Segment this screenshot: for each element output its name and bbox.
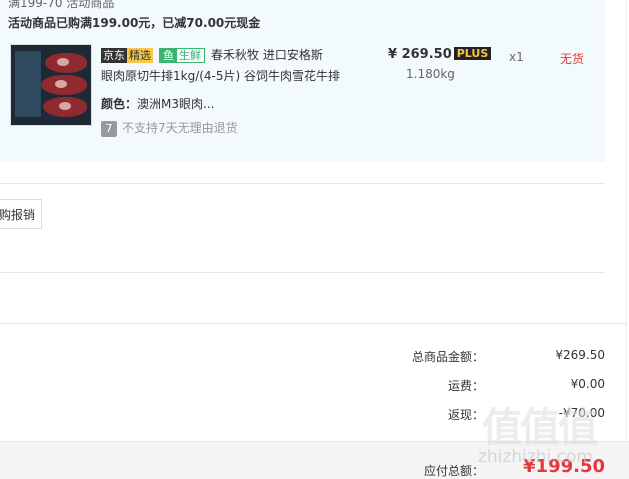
product-weight: 1.180kg [406,67,455,81]
rebate-label: 返现： [447,408,484,422]
return-policy-text: 不支持7天无理由退货 [122,121,238,135]
reimburse-button[interactable]: 购报销 [0,199,42,229]
product-title-text[interactable]: 春禾秋牧 进口安格斯 [211,48,323,62]
product-badge-graphic [15,51,41,117]
fresh-tag: 鱼生鲜 [159,48,205,63]
goods-total-value: ¥269.50 [555,348,605,362]
product-color: 颜色：澳洲M3眼肉... [101,95,214,112]
price-value: ¥ 269.50 [388,47,452,62]
color-label: 颜色： [101,97,138,111]
watermark-logo: 值值值 [482,405,598,451]
goods-total-label: 总商品金额： [411,350,484,364]
return-policy: 7 不支持7天无理由退货 [101,119,238,137]
promo-top-text: 满199-70 活动商品 [8,0,115,10]
shipping-label: 运费： [447,379,484,393]
shipping-row: 运费： ¥0.00 [0,377,629,393]
goods-total-row: 总商品金额： ¥269.50 [0,348,629,364]
divider [0,323,626,324]
jd-tag: 京东 [101,48,127,63]
total-label: 应付总额： [423,464,484,478]
product-image[interactable] [10,44,92,126]
plus-badge: PLUS [453,47,492,60]
marbling-graphic [55,80,67,88]
no-return-icon: 7 [101,120,117,137]
fish-icon: 鱼 [160,49,177,62]
promo-box: 满199-70 活动商品 活动商品已购满199.00元，已减70.00元现金 京… [0,0,605,162]
divider [0,272,605,273]
promo-title: 活动商品已购满199.00元，已减70.00元现金 [8,16,261,30]
watermark-url: zhizhizhi.com [478,447,593,467]
fresh-tag-label: 生鲜 [179,49,201,62]
product-quantity: x1 [509,50,524,64]
marbling-graphic [59,102,71,110]
panel-right-border [626,0,627,440]
shipping-value: ¥0.00 [570,377,605,391]
product-title-line-1[interactable]: 京东 精选鱼生鲜 春禾秋牧 进口安格斯 [101,46,323,63]
marbling-graphic [57,58,69,66]
product-price: ¥ 269.50 PLUS [388,47,492,62]
selected-tag: 精选 [127,48,153,63]
divider [0,183,605,184]
product-title-line-2[interactable]: 眼肉原切牛排1kg/(4-5片) 谷饲牛肉雪花牛排 [101,67,340,84]
stock-status: 无货 [560,52,585,66]
color-value: 澳洲M3眼肉... [137,97,215,111]
